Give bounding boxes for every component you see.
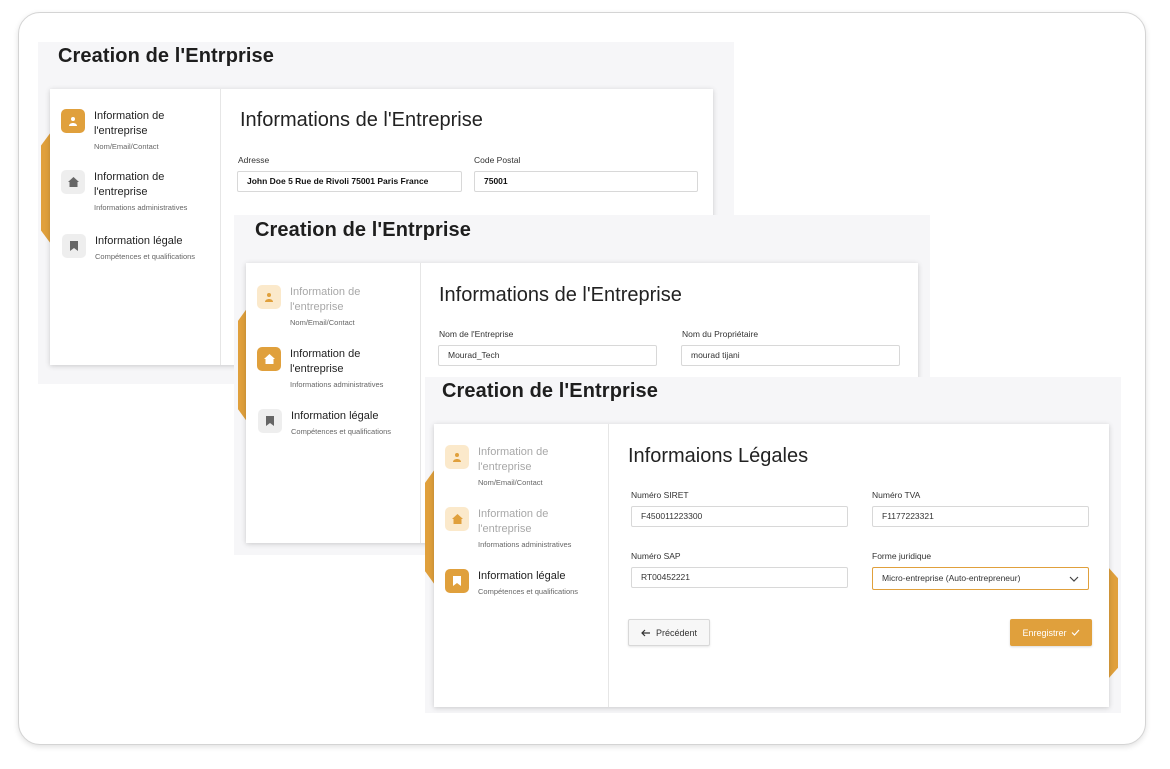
bookmark-icon xyxy=(258,409,282,433)
previous-button[interactable]: Précédent xyxy=(628,619,710,646)
page-title: Creation de l'Entrprise xyxy=(255,219,471,241)
step-title: Information de l'entreprise xyxy=(478,508,549,535)
step-subtitle: Nom/Email/Contact xyxy=(94,142,159,151)
step-title: Information de l'entreprise xyxy=(290,348,361,375)
home-icon xyxy=(61,170,85,194)
step-subtitle: Compétences et qualifications xyxy=(478,587,579,596)
form-card: Information de l'entreprise Nom/Email/Co… xyxy=(434,424,1109,707)
step-title: Information de l'entreprise xyxy=(94,110,165,137)
adresse-input[interactable]: John Doe 5 Rue de Rivoli 75001 Paris Fra… xyxy=(237,171,462,192)
nom-entreprise-input[interactable]: Mourad_Tech xyxy=(438,345,657,366)
step-company-info[interactable]: Information de l'entreprise Nom/Email/Co… xyxy=(257,285,380,327)
chevron-down-icon xyxy=(1069,576,1079,582)
bookmark-icon xyxy=(62,234,86,258)
siret-label: Numéro SIRET xyxy=(631,490,689,500)
stepper-sidebar: Information de l'entreprise Nom/Email/Co… xyxy=(246,263,421,543)
previous-button-label: Précédent xyxy=(655,627,698,638)
step-legal-info[interactable]: Information légale Compétences et qualif… xyxy=(258,409,411,436)
form-title: Informaions Légales xyxy=(628,445,809,467)
sap-input[interactable]: RT00452221 xyxy=(631,567,848,588)
code-postal-input[interactable]: 75001 xyxy=(474,171,698,192)
step-title: Information légale xyxy=(95,235,183,247)
tva-input[interactable]: F1177223321 xyxy=(872,506,1089,527)
home-icon xyxy=(445,507,469,531)
bookmark-icon xyxy=(445,569,469,593)
step-company-info[interactable]: Information de l'entreprise Nom/Email/Co… xyxy=(61,109,184,151)
user-icon xyxy=(257,285,281,309)
step-legal-info[interactable]: Information légale Compétences et qualif… xyxy=(62,234,215,261)
form-title: Informations de l'Entreprise xyxy=(439,284,682,306)
sap-label: Numéro SAP xyxy=(631,551,681,561)
check-icon xyxy=(1071,629,1079,636)
nom-proprietaire-label: Nom du Propriétaire xyxy=(682,329,759,339)
step-subtitle: Compétences et qualifications xyxy=(291,427,392,436)
step-subtitle: Informations administratives xyxy=(478,540,572,549)
page-title: Creation de l'Entrprise xyxy=(58,45,274,67)
step-title: Information de l'entreprise xyxy=(94,171,165,198)
nom-proprietaire-input[interactable]: mourad tijani xyxy=(681,345,900,366)
step-title: Information de l'entreprise xyxy=(290,286,361,313)
siret-input[interactable]: F450011223300 xyxy=(631,506,848,527)
step-legal-info[interactable]: Information légale Compétences et qualif… xyxy=(445,569,598,596)
step-title: Information légale xyxy=(291,410,379,422)
step-admin-info[interactable]: Information de l'entreprise Informations… xyxy=(445,507,571,549)
user-icon xyxy=(445,445,469,469)
home-icon xyxy=(257,347,281,371)
form-title: Informations de l'Entreprise xyxy=(240,109,483,131)
step-subtitle: Nom/Email/Contact xyxy=(290,318,355,327)
nom-entreprise-label: Nom de l'Entreprise xyxy=(439,329,514,339)
step-title: Information légale xyxy=(478,570,566,582)
screen-step-3: Creation de l'Entrprise Information de l… xyxy=(425,377,1121,713)
step-subtitle: Nom/Email/Contact xyxy=(478,478,543,487)
stepper-sidebar: Information de l'entreprise Nom/Email/Co… xyxy=(434,424,609,707)
arrow-left-icon xyxy=(641,629,650,636)
accent-shape-right xyxy=(1108,567,1118,679)
code-postal-label: Code Postal xyxy=(474,155,521,165)
step-title: Information de l'entreprise xyxy=(478,446,549,473)
forme-juridique-value: Micro-entreprise (Auto-entrepreneur) xyxy=(882,573,1021,583)
step-subtitle: Informations administratives xyxy=(94,203,188,212)
forme-juridique-label: Forme juridique xyxy=(872,551,932,561)
forme-juridique-select[interactable]: Micro-entreprise (Auto-entrepreneur) xyxy=(872,567,1089,590)
user-icon xyxy=(61,109,85,133)
step-subtitle: Compétences et qualifications xyxy=(95,252,196,261)
save-button[interactable]: Enregistrer xyxy=(1010,619,1092,646)
step-admin-info[interactable]: Information de l'entreprise Informations… xyxy=(257,347,383,389)
stepper-sidebar: Information de l'entreprise Nom/Email/Co… xyxy=(50,89,221,365)
adresse-label: Adresse xyxy=(238,155,270,165)
step-company-info[interactable]: Information de l'entreprise Nom/Email/Co… xyxy=(445,445,568,487)
save-button-label: Enregistrer xyxy=(1022,627,1067,638)
step-admin-info[interactable]: Information de l'entreprise Informations… xyxy=(61,170,187,212)
step-subtitle: Informations administratives xyxy=(290,380,384,389)
page-title: Creation de l'Entrprise xyxy=(442,380,658,402)
tva-label: Numéro TVA xyxy=(872,490,921,500)
